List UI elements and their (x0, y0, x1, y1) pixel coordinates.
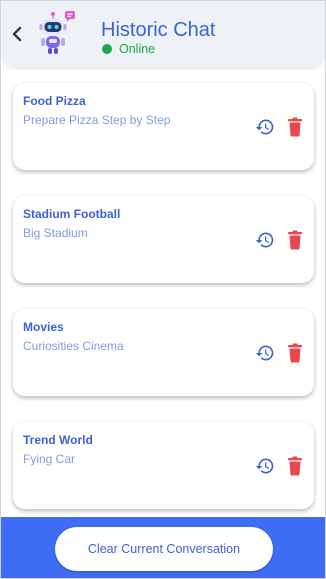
back-button[interactable] (8, 23, 26, 45)
conversation-subtitle: Big Stadium (23, 226, 88, 240)
history-button[interactable] (255, 230, 275, 250)
chat-header: Historic Chat Online (1, 1, 325, 70)
history-icon (255, 458, 274, 474)
conversation-card[interactable]: Food Pizza Prepare Pizza Step by Step (13, 83, 314, 170)
trash-icon (288, 230, 302, 250)
history-icon (255, 119, 274, 135)
trash-icon (288, 117, 302, 137)
clear-conversation-button[interactable]: Clear Current Conversation (55, 527, 273, 571)
history-icon (255, 232, 274, 248)
chevron-left-icon (12, 26, 22, 42)
delete-button[interactable] (287, 230, 303, 250)
conversation-title: Trend World (23, 433, 93, 447)
history-button[interactable] (255, 117, 275, 137)
conversation-card[interactable]: Movies Curiosities Cinema (13, 309, 314, 396)
conversation-subtitle: Prepare Pizza Step by Step (23, 113, 171, 127)
history-button[interactable] (255, 343, 275, 363)
online-status: Online (102, 42, 155, 56)
trash-icon (288, 456, 302, 476)
history-icon (255, 345, 274, 361)
status-dot-icon (102, 44, 112, 54)
status-label: Online (119, 42, 156, 56)
app-frame: Historic Chat Online Food Pizza Prepare … (0, 0, 326, 579)
footer-bar: Clear Current Conversation (1, 517, 325, 578)
conversation-title: Food Pizza (23, 94, 86, 108)
delete-button[interactable] (287, 117, 303, 137)
conversation-title: Movies (23, 320, 64, 334)
robot-avatar-icon (37, 9, 81, 57)
conversation-subtitle: Fying Car (23, 452, 76, 466)
delete-button[interactable] (287, 343, 303, 363)
conversation-card[interactable]: Stadium Football Big Stadium (13, 196, 314, 283)
delete-button[interactable] (287, 456, 303, 476)
page-title: Historic Chat (101, 19, 216, 41)
conversation-card[interactable]: Trend World Fying Car (13, 422, 314, 509)
conversation-title: Stadium Football (23, 207, 121, 221)
trash-icon (288, 343, 302, 363)
conversation-subtitle: Curiosities Cinema (23, 339, 124, 353)
history-button[interactable] (255, 456, 275, 476)
